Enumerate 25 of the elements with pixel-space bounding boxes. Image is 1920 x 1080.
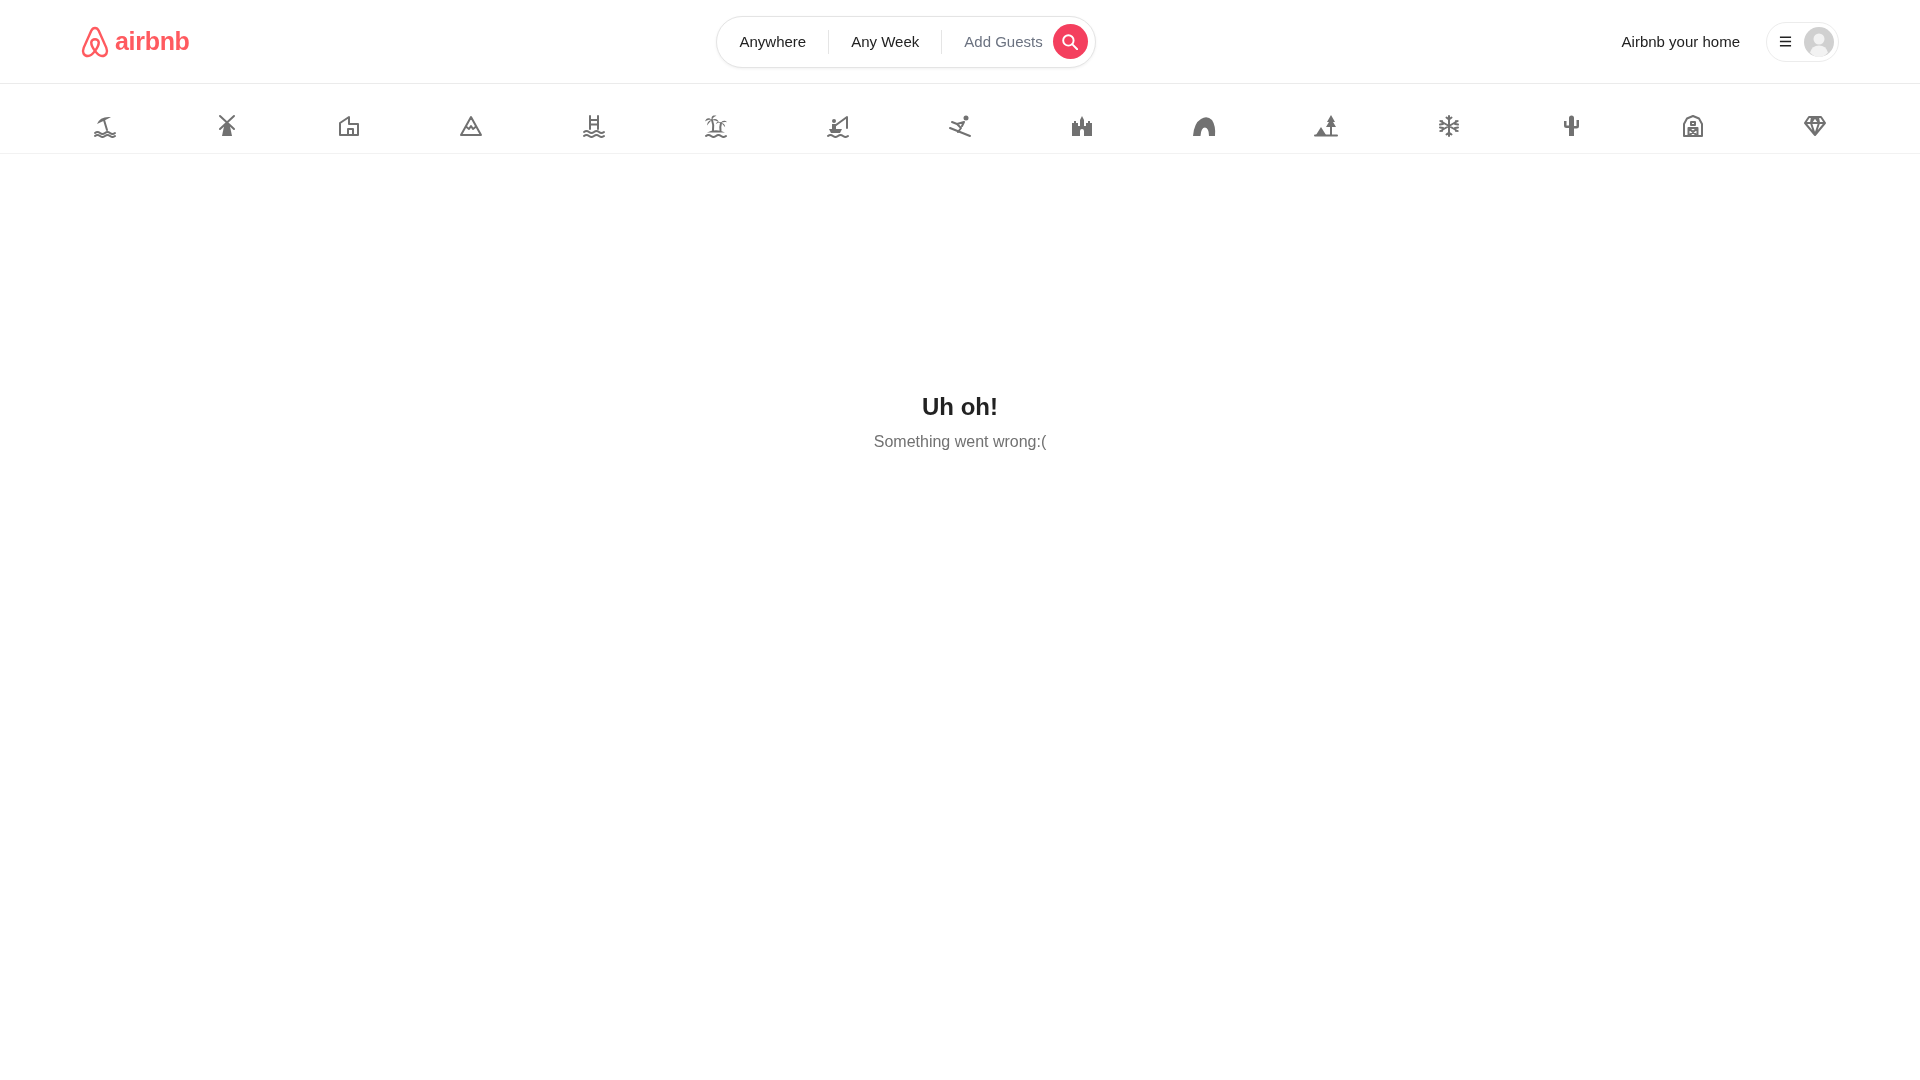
- pool-ladder-icon[interactable]: [581, 114, 606, 138]
- fishing-boat-icon[interactable]: [825, 114, 850, 138]
- mountain-icon[interactable]: [459, 114, 484, 138]
- search-segment[interactable]: Any Week: [829, 33, 942, 50]
- menu-icon: [1779, 35, 1792, 48]
- error-message: Something went wrong:(: [873, 432, 1047, 452]
- castle-icon[interactable]: [1070, 114, 1095, 138]
- barn-icon[interactable]: [1680, 114, 1705, 138]
- search-segment[interactable]: Anywhere: [717, 33, 829, 50]
- host-link[interactable]: Airbnb your home: [1621, 33, 1740, 50]
- diamond-icon[interactable]: [1802, 114, 1827, 138]
- search-segment[interactable]: Add Guests: [942, 33, 1053, 50]
- logo-icon: [80, 25, 110, 58]
- avatar-icon: [1804, 26, 1834, 57]
- palm-trees-icon[interactable]: [703, 114, 728, 138]
- cave-icon[interactable]: [1192, 114, 1217, 138]
- snowflake-icon[interactable]: [1436, 114, 1461, 138]
- search-bar[interactable]: Anywhere Any Week Add Guests: [715, 15, 1096, 68]
- tent-tree-icon[interactable]: [1314, 114, 1339, 138]
- skier-icon[interactable]: [948, 114, 972, 138]
- beach-umbrella-icon[interactable]: [93, 114, 117, 138]
- search-button[interactable]: [1052, 24, 1088, 59]
- error-title: Uh oh!: [922, 392, 998, 422]
- house-icon[interactable]: [337, 114, 362, 138]
- search-icon: [1062, 33, 1079, 50]
